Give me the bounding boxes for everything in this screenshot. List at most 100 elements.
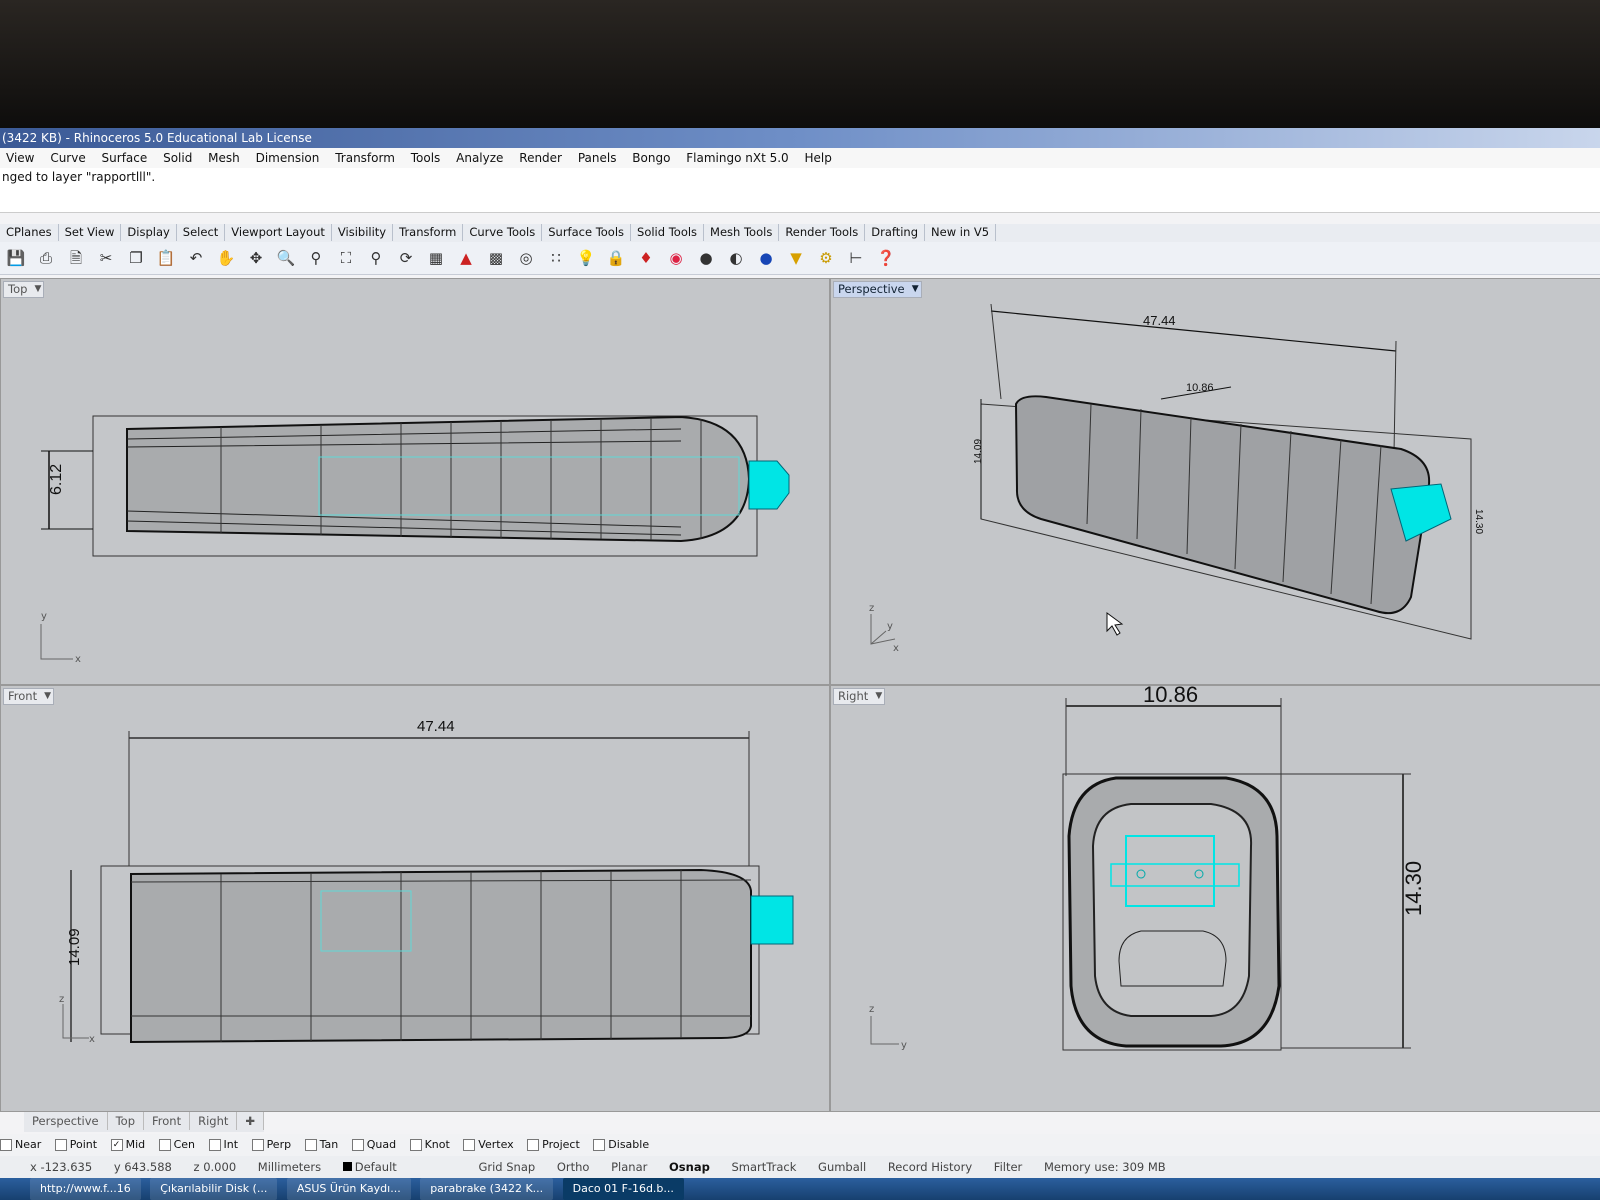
checkbox-icon[interactable] [593,1139,606,1151]
tab-solid-tools[interactable]: Solid Tools [631,224,705,241]
viewport-tab-front[interactable]: Front [144,1112,191,1130]
checkbox-icon[interactable] [251,1139,264,1151]
viewport-label-top[interactable]: Top ▼ [3,281,45,298]
tab-display[interactable]: Display [121,224,177,241]
cone-icon[interactable]: ▼ [785,247,807,269]
checkbox-icon[interactable] [463,1139,476,1151]
toggle-filter[interactable]: Filter [994,1156,1022,1178]
car-icon[interactable]: ▲ [455,247,477,269]
tab-curve-tools[interactable]: Curve Tools [463,224,543,241]
viewport-label-right[interactable]: Right ▼ [833,688,886,705]
menu-bongo[interactable]: Bongo [626,148,676,168]
taskbar-item-rhino[interactable]: parabrake (3422 K... [420,1178,554,1200]
tab-new-in-v5[interactable]: New in V5 [925,224,997,241]
copy-icon[interactable]: ❐ [125,247,147,269]
checkbox-icon[interactable] [54,1139,67,1151]
tab-set-view[interactable]: Set View [59,224,122,241]
viewport-tab-perspective[interactable]: Perspective [24,1112,108,1130]
tab-select[interactable]: Select [177,224,226,241]
menu-panels[interactable]: Panels [572,148,623,168]
osnap-project[interactable]: Project [527,1134,580,1156]
menu-surface[interactable]: Surface [96,148,154,168]
menu-help[interactable]: Help [799,148,838,168]
osnap-disable[interactable]: Disable [593,1134,649,1156]
tab-drafting[interactable]: Drafting [865,224,926,241]
menu-curve[interactable]: Curve [44,148,91,168]
viewport-top[interactable]: 6.12 y x Top ▼ [0,278,830,685]
save-icon[interactable]: 💾 [5,247,27,269]
viewport-label-front[interactable]: Front ▼ [3,688,55,705]
osnap-vertex[interactable]: Vertex [463,1134,514,1156]
osnap-quad[interactable]: Quad [351,1134,396,1156]
menu-view[interactable]: View [0,148,40,168]
osnap-tan[interactable]: Tan [304,1134,338,1156]
paste-icon[interactable]: 📋 [155,247,177,269]
command-history[interactable]: nged to layer "rapportlll". [0,168,1600,213]
toggle-smarttrack[interactable]: SmartTrack [731,1156,796,1178]
checkbox-icon[interactable] [0,1139,12,1151]
cut-icon[interactable]: ✂ [95,247,117,269]
tab-visibility[interactable]: Visibility [332,224,394,241]
layer-icon[interactable]: ♦ [635,247,657,269]
pan-hand-icon[interactable]: ✋ [215,247,237,269]
checkbox-icon[interactable] [208,1139,221,1151]
dropdown-arrow-icon[interactable]: ▼ [875,689,882,704]
render-sphere-icon[interactable]: ● [695,247,717,269]
checkbox-icon[interactable] [351,1139,364,1151]
menu-render[interactable]: Render [513,148,568,168]
zoom-window-icon[interactable]: 🔍 [275,247,297,269]
tab-viewport-layout[interactable]: Viewport Layout [225,224,332,241]
tab-cplanes[interactable]: CPlanes [0,224,59,241]
rotate-view-icon[interactable]: ⟳ [395,247,417,269]
dropdown-arrow-icon[interactable]: ▼ [34,282,41,297]
osnap-near[interactable]: Near [0,1134,41,1156]
osnap-point[interactable]: Point [54,1134,97,1156]
grid-icon[interactable]: ▩ [485,247,507,269]
taskbar-item-photoshop[interactable]: Daco 01 F-16d.b... [562,1178,684,1200]
shaded-sphere-icon[interactable]: ◐ [725,247,747,269]
taskbar-item-browser[interactable]: http://www.f...16 [30,1178,141,1200]
tab-render-tools[interactable]: Render Tools [779,224,866,241]
viewport-front[interactable]: 47.44 14.09 z x Front ▼ [0,685,830,1112]
viewport-right[interactable]: 10.86 14.30 z y Right ▼ [830,685,1600,1112]
viewport-tab-top[interactable]: Top [108,1112,145,1130]
blue-sphere-icon[interactable]: ● [755,247,777,269]
add-viewport-tab-icon[interactable]: ✚ [237,1112,265,1130]
dimension-icon[interactable]: ⊢ [845,247,867,269]
checkbox-icon[interactable] [304,1139,317,1151]
circle-snap-icon[interactable]: ◎ [515,247,537,269]
help-icon[interactable]: ❓ [875,247,897,269]
osnap-perp[interactable]: Perp [251,1134,291,1156]
menu-transform[interactable]: Transform [329,148,401,168]
menu-flamingo[interactable]: Flamingo nXt 5.0 [680,148,794,168]
viewport-perspective[interactable]: 47.44 10.86 14.09 14.30 z y x Perspectiv… [830,278,1600,685]
menu-tools[interactable]: Tools [405,148,447,168]
toggle-planar[interactable]: Planar [611,1156,647,1178]
menu-dimension[interactable]: Dimension [250,148,326,168]
toggle-gumball[interactable]: Gumball [818,1156,866,1178]
osnap-knot[interactable]: Knot [409,1134,450,1156]
four-view-icon[interactable]: ▦ [425,247,447,269]
osnap-cen[interactable]: Cen [158,1134,195,1156]
toggle-ortho[interactable]: Ortho [557,1156,590,1178]
osnap-int[interactable]: Int [208,1134,238,1156]
viewport-label-perspective[interactable]: Perspective ▼ [833,281,922,298]
tab-transform[interactable]: Transform [393,224,464,241]
taskbar-item-asus[interactable]: ASUS Ürün Kaydı... [286,1178,411,1200]
zoom-selected-icon[interactable]: ⚲ [365,247,387,269]
tab-mesh-tools[interactable]: Mesh Tools [704,224,780,241]
checkbox-icon[interactable] [158,1139,171,1151]
taskbar-item-removable-disk[interactable]: Çıkarılabilir Disk (... [150,1178,278,1200]
light-bulb-icon[interactable]: 💡 [575,247,597,269]
gear-icon[interactable]: ⚙ [815,247,837,269]
checkbox-icon[interactable] [527,1139,540,1151]
osnap-mid[interactable]: ✓ Mid [110,1134,145,1156]
points-icon[interactable]: ∷ [545,247,567,269]
undo-icon[interactable]: ↶ [185,247,207,269]
toggle-osnap[interactable]: Osnap [669,1156,710,1178]
lock-icon[interactable]: 🔒 [605,247,627,269]
toggle-record-history[interactable]: Record History [888,1156,972,1178]
status-layer[interactable]: Default [342,1156,397,1178]
menu-solid[interactable]: Solid [157,148,198,168]
menu-analyze[interactable]: Analyze [450,148,509,168]
